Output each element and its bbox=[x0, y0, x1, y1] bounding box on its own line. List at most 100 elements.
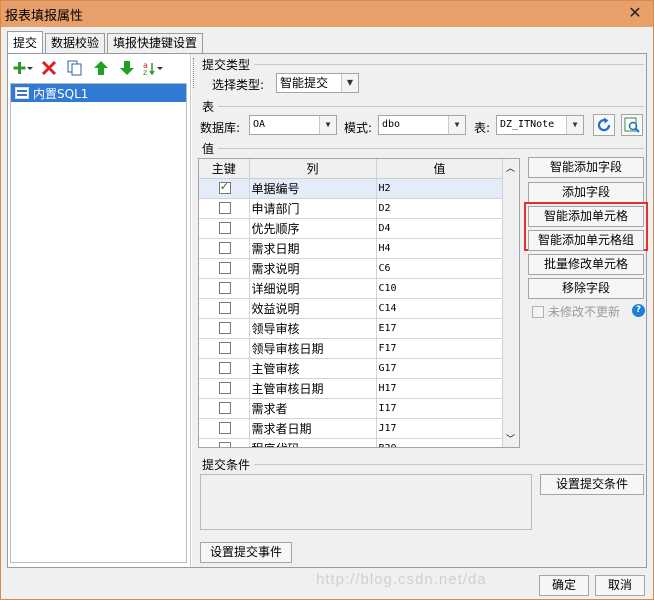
column-name-cell[interactable]: 需求者日期 bbox=[249, 418, 377, 439]
primary-key-checkbox[interactable] bbox=[218, 402, 231, 414]
value-cell[interactable]: E17 bbox=[376, 318, 504, 339]
schema-select[interactable]: dbo ▼ bbox=[378, 115, 466, 135]
value-cell[interactable]: B20 bbox=[376, 438, 504, 447]
table-row[interactable]: 效益说明 C14 bbox=[199, 298, 504, 319]
smart-add-field-button[interactable]: 智能添加字段 bbox=[528, 157, 644, 178]
col-header-value[interactable]: 值 bbox=[376, 159, 504, 179]
smart-add-cell-group-button[interactable]: 智能添加单元格组 bbox=[528, 230, 644, 251]
delete-icon[interactable] bbox=[38, 58, 60, 78]
db-select[interactable]: OA ▼ bbox=[249, 115, 337, 135]
col-header-key[interactable]: 主键 bbox=[199, 159, 250, 179]
cancel-button[interactable]: 取消 bbox=[595, 575, 645, 596]
svg-text:z: z bbox=[143, 68, 147, 76]
primary-key-checkbox[interactable] bbox=[218, 422, 231, 434]
checkbox-box bbox=[532, 305, 544, 318]
tree-item-label: 内置SQL1 bbox=[33, 86, 89, 101]
table-row[interactable]: 详细说明 C10 bbox=[199, 278, 504, 299]
column-name-cell[interactable]: 程序代码 bbox=[249, 438, 377, 447]
primary-key-checkbox[interactable] bbox=[218, 242, 231, 254]
column-name-cell[interactable]: 主管审核日期 bbox=[249, 378, 377, 399]
column-name-cell[interactable]: 需求说明 bbox=[249, 258, 377, 279]
column-name-cell[interactable]: 效益说明 bbox=[249, 298, 377, 319]
value-cell[interactable]: F17 bbox=[376, 338, 504, 359]
table-row[interactable]: 领导审核 E17 bbox=[199, 318, 504, 339]
primary-key-checkbox[interactable] bbox=[218, 302, 231, 314]
move-down-icon[interactable] bbox=[116, 58, 138, 78]
column-name-cell[interactable]: 需求者 bbox=[249, 398, 377, 419]
value-cell[interactable]: C6 bbox=[376, 258, 504, 279]
primary-key-checkbox[interactable] bbox=[218, 202, 231, 214]
sort-icon[interactable]: az bbox=[142, 58, 164, 78]
submit-type-select[interactable]: 智能提交 ▼ bbox=[276, 73, 359, 93]
table-header-row: 主键 列 值 bbox=[199, 159, 504, 179]
scroll-down-icon[interactable]: ﹀ bbox=[506, 432, 515, 445]
table-row[interactable]: 程序代码B20 bbox=[199, 438, 504, 447]
value-cell[interactable]: J17 bbox=[376, 418, 504, 439]
primary-key-checkbox[interactable] bbox=[218, 442, 231, 447]
scroll-up-icon[interactable]: ︿ bbox=[506, 161, 515, 174]
primary-key-checkbox[interactable] bbox=[218, 382, 231, 394]
ok-button[interactable]: 确定 bbox=[539, 575, 589, 596]
tab-submit[interactable]: 提交 bbox=[7, 31, 44, 53]
column-name-cell[interactable]: 领导审核日期 bbox=[249, 338, 377, 359]
refresh-icon[interactable] bbox=[593, 114, 615, 136]
table-row[interactable]: 单据编号H2 bbox=[199, 178, 504, 199]
table-select[interactable]: DZ_ITNote ▼ bbox=[496, 115, 584, 135]
no-update-unmodified-checkbox[interactable]: 未修改不更新 bbox=[532, 303, 620, 320]
dialog-window: 报表填报属性 ✕ 提交 数据校验 填报快捷键设置 a z 内置SQL1 提交类型… bbox=[0, 0, 654, 600]
table-row[interactable]: 需求者日期 J17 bbox=[199, 418, 504, 439]
primary-key-checkbox[interactable] bbox=[218, 180, 231, 194]
value-cell[interactable]: C10 bbox=[376, 278, 504, 299]
db-value: OA bbox=[253, 119, 266, 130]
remove-field-button[interactable]: 移除字段 bbox=[528, 278, 644, 299]
primary-key-checkbox[interactable] bbox=[218, 362, 231, 374]
value-cell[interactable]: C14 bbox=[376, 298, 504, 319]
table-row[interactable]: 主管审核日期 H17 bbox=[199, 378, 504, 399]
column-name-cell[interactable]: 优先顺序 bbox=[249, 218, 377, 239]
tab-shortcut-settings[interactable]: 填报快捷键设置 bbox=[107, 33, 204, 53]
column-name-cell[interactable]: 申请部门 bbox=[249, 198, 377, 219]
value-cell[interactable]: D4 bbox=[376, 218, 504, 239]
column-name-cell[interactable]: 详细说明 bbox=[249, 278, 377, 299]
tab-data-validation[interactable]: 数据校验 bbox=[45, 33, 106, 53]
table-row[interactable]: 申请部门 D2 bbox=[199, 198, 504, 219]
column-name-cell[interactable]: 主管审核 bbox=[249, 358, 377, 379]
column-name-cell[interactable]: 需求日期 bbox=[249, 238, 377, 259]
column-name-cell[interactable]: 单据编号 bbox=[249, 178, 377, 199]
primary-key-checkbox[interactable] bbox=[218, 222, 231, 234]
copy-icon[interactable] bbox=[64, 58, 86, 78]
smart-add-cell-button[interactable]: 智能添加单元格 bbox=[528, 206, 644, 227]
set-condition-button[interactable]: 设置提交条件 bbox=[540, 474, 644, 495]
move-up-icon[interactable] bbox=[90, 58, 112, 78]
tree-item-sql1[interactable]: 内置SQL1 bbox=[11, 84, 186, 102]
preview-table-icon[interactable] bbox=[621, 114, 643, 136]
condition-area bbox=[200, 474, 532, 530]
value-cell[interactable]: H2 bbox=[376, 178, 504, 199]
value-cell[interactable]: H4 bbox=[376, 238, 504, 259]
primary-key-checkbox[interactable] bbox=[218, 342, 231, 354]
close-icon[interactable]: ✕ bbox=[625, 3, 645, 23]
primary-key-checkbox[interactable] bbox=[218, 282, 231, 294]
table-row[interactable]: 领导审核日期 F17 bbox=[199, 338, 504, 359]
help-icon[interactable]: ? bbox=[632, 304, 645, 317]
table-row[interactable]: 需求者 I17 bbox=[199, 398, 504, 419]
grid-scrollbar[interactable]: ︿ ﹀ bbox=[502, 159, 519, 447]
table-row[interactable]: 优先顺序 D4 bbox=[199, 218, 504, 239]
primary-key-checkbox[interactable] bbox=[218, 262, 231, 274]
value-cell[interactable]: H17 bbox=[376, 378, 504, 399]
column-name-cell[interactable]: 领导审核 bbox=[249, 318, 377, 339]
table-row[interactable]: 需求说明 C6 bbox=[199, 258, 504, 279]
batch-modify-cell-button[interactable]: 批量修改单元格 bbox=[528, 254, 644, 275]
set-event-button[interactable]: 设置提交事件 bbox=[200, 542, 292, 563]
value-cell[interactable]: G17 bbox=[376, 358, 504, 379]
col-header-column[interactable]: 列 bbox=[249, 159, 377, 179]
add-field-button[interactable]: 添加字段 bbox=[528, 182, 644, 203]
value-cell[interactable]: I17 bbox=[376, 398, 504, 419]
value-cell[interactable]: D2 bbox=[376, 198, 504, 219]
primary-key-checkbox[interactable] bbox=[218, 322, 231, 334]
table-row[interactable]: 需求日期 H4 bbox=[199, 238, 504, 259]
plus-icon[interactable] bbox=[12, 58, 34, 78]
values-grid: 主键 列 值 单据编号H2申请部门D2优先顺序D4需求日期H4需求说明C6详细说… bbox=[198, 158, 520, 448]
table-row[interactable]: 主管审核 G17 bbox=[199, 358, 504, 379]
primary-key-cell bbox=[199, 338, 250, 359]
